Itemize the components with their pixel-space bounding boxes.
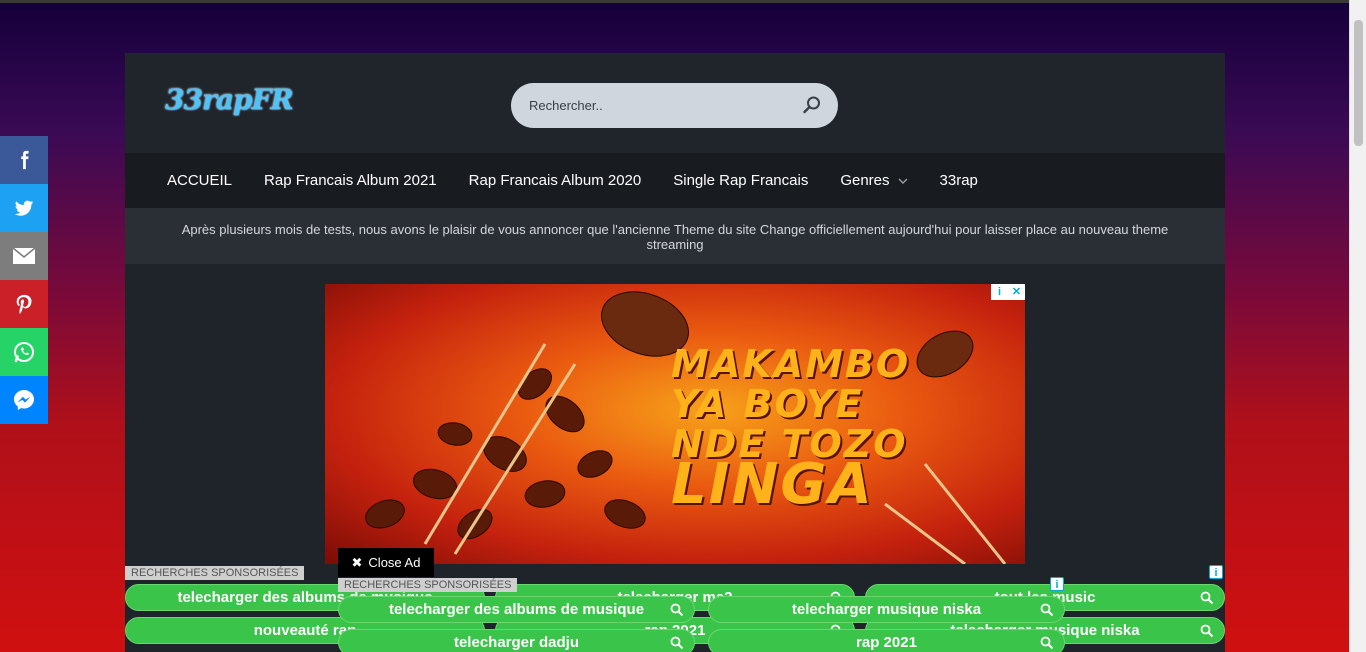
nav-item-accueil[interactable]: ACCUEIL (167, 172, 232, 189)
page-scrollbar[interactable] (1349, 0, 1366, 652)
sponsored-search-pill[interactable]: rap 2021 (708, 629, 1065, 652)
share-email-button[interactable] (0, 232, 48, 280)
search-icon[interactable] (802, 95, 822, 115)
nav-item-album-2020[interactable]: Rap Francais Album 2020 (469, 172, 642, 189)
search-icon (1040, 636, 1054, 650)
sponsored-search-pill[interactable]: telecharger musique niska (708, 596, 1065, 623)
site-logo[interactable]: 33rapFR (165, 83, 294, 116)
scrollbar-thumb[interactable] (1354, 20, 1363, 146)
site-container: 33rapFR ACCUEIL Rap Francais Album 2021 … (125, 53, 1225, 652)
browser-top-border (0, 0, 1366, 3)
close-ad-label: Close Ad (368, 555, 421, 570)
ad-close-icon[interactable]: ✕ (1008, 284, 1025, 300)
nav-item-label: 33rap (939, 172, 978, 189)
search-icon (1040, 603, 1054, 617)
pill-label: telecharger des albums de musique (388, 601, 645, 618)
site-header: 33rapFR (125, 53, 1225, 153)
sponsored-info-icon[interactable]: i (1050, 577, 1064, 591)
pill-label: telecharger dadju (453, 634, 580, 651)
ad-text-line: YA BOYE (671, 382, 864, 426)
search-icon (670, 636, 684, 650)
ad-choices-badge: i ✕ (991, 284, 1025, 300)
search-icon (670, 603, 684, 617)
site-notice: Après plusieurs mois de tests, nous avon… (125, 208, 1225, 264)
nav-item-genres[interactable]: Genres (840, 172, 908, 189)
pill-label: rap 2021 (856, 634, 917, 651)
twitter-icon (14, 200, 34, 216)
share-twitter-button[interactable] (0, 184, 48, 232)
nav-item-single[interactable]: Single Rap Francais (673, 172, 808, 189)
nav-item-label: Rap Francais Album 2020 (468, 172, 642, 189)
social-share-bar (0, 136, 48, 424)
nav-item-33rap[interactable]: 33rap (940, 172, 978, 189)
close-ad-button[interactable]: ✖ Close Ad (338, 548, 434, 577)
ad-text-line: MAKAMBO (671, 342, 911, 386)
nav-item-label: ACCUEIL (167, 172, 233, 189)
whatsapp-icon (14, 342, 34, 363)
close-icon: ✖ (351, 554, 363, 570)
search-icon (1200, 624, 1214, 638)
sponsored-search-pill[interactable]: telecharger dadju (338, 629, 695, 652)
share-messenger-button[interactable] (0, 376, 48, 424)
banner-ad[interactable]: MAKAMBO YA BOYE NDE TOZO LINGA i ✕ (325, 284, 1025, 564)
nav-item-album-2021[interactable]: Rap Francais Album 2021 (264, 172, 437, 189)
main-navigation: ACCUEIL Rap Francais Album 2021 Rap Fran… (125, 153, 1225, 208)
share-pinterest-button[interactable] (0, 280, 48, 328)
ad-info-icon[interactable]: i (991, 284, 1008, 300)
sponsored-label: RECHERCHES SPONSORISÉES (338, 578, 518, 592)
email-icon (12, 247, 36, 264)
search-icon (1200, 591, 1214, 605)
sponsored-search-pill[interactable]: telecharger des albums de musique (338, 596, 695, 623)
nav-item-label: Genres (840, 172, 890, 189)
chevron-down-icon (898, 178, 908, 184)
messenger-icon (14, 390, 34, 410)
sponsored-label: RECHERCHES SPONSORISÉES (125, 566, 305, 580)
share-whatsapp-button[interactable] (0, 328, 48, 376)
nav-item-label: Rap Francais Album 2021 (264, 172, 437, 189)
facebook-icon (21, 150, 29, 170)
sponsored-info-icon[interactable]: i (1209, 565, 1223, 579)
search-box (511, 83, 838, 128)
share-facebook-button[interactable] (0, 136, 48, 184)
search-input[interactable] (529, 83, 789, 128)
pill-label: telecharger musique niska (791, 601, 982, 618)
nav-item-label: Single Rap Francais (673, 172, 809, 189)
pinterest-icon (16, 294, 32, 314)
ad-text-line: LINGA (671, 452, 874, 517)
